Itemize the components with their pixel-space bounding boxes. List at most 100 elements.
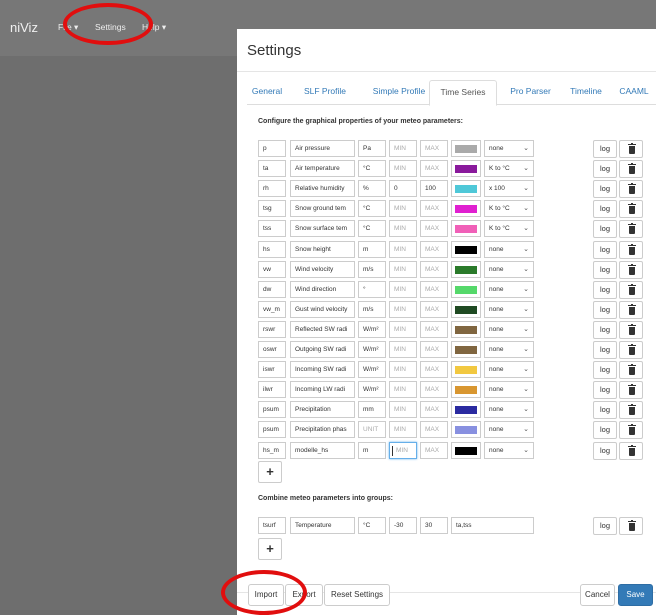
delete-button[interactable]	[619, 361, 643, 380]
param-name-input[interactable]: Precipitation	[290, 401, 355, 419]
conversion-select[interactable]: none ⌄	[484, 320, 534, 338]
param-unit-input[interactable]: mm	[358, 401, 386, 419]
param-max-input[interactable]: MAX	[420, 441, 448, 459]
log-scale-button[interactable]: log	[593, 401, 617, 420]
color-picker[interactable]	[451, 421, 481, 439]
delete-button[interactable]	[619, 180, 643, 199]
conversion-select[interactable]: K to °C ⌄	[484, 220, 534, 238]
param-max-input[interactable]: 100	[420, 180, 448, 198]
param-key-input[interactable]: hs	[258, 240, 286, 258]
color-picker[interactable]	[451, 320, 481, 338]
conversion-select[interactable]: none ⌄	[484, 441, 534, 459]
param-name-input[interactable]: Air temperature	[290, 160, 355, 178]
delete-button[interactable]	[619, 140, 643, 158]
delete-button[interactable]	[619, 220, 643, 239]
conversion-select[interactable]: none ⌄	[484, 401, 534, 419]
log-scale-button[interactable]: log	[593, 240, 617, 259]
param-name-input[interactable]: Reflected SW radi	[290, 320, 355, 338]
param-min-input[interactable]: MIN	[389, 341, 417, 358]
param-min-input[interactable]: MIN	[389, 381, 417, 399]
param-key-input[interactable]: dw	[258, 280, 286, 298]
delete-button[interactable]	[619, 517, 643, 535]
param-name-input[interactable]: Wind direction	[290, 280, 355, 298]
param-unit-input[interactable]: °C	[358, 220, 386, 238]
delete-button[interactable]	[619, 401, 643, 420]
param-min-input[interactable]: MIN	[389, 240, 417, 258]
param-min-input[interactable]: MIN	[389, 441, 417, 459]
tab-pro-parser[interactable]: Pro Parser	[503, 80, 558, 105]
log-scale-button[interactable]: log	[593, 361, 617, 380]
delete-button[interactable]	[619, 300, 643, 319]
color-picker[interactable]	[451, 200, 481, 218]
conversion-select[interactable]: none ⌄	[484, 361, 534, 379]
param-key-input[interactable]: vw_m	[258, 300, 286, 318]
param-name-input[interactable]: Snow surface tem	[290, 220, 355, 238]
param-unit-input[interactable]: m	[358, 441, 386, 459]
param-name-input[interactable]: Temperature	[290, 517, 355, 534]
param-key-input[interactable]: rswr	[258, 320, 286, 338]
log-scale-button[interactable]: log	[593, 200, 617, 219]
color-picker[interactable]	[451, 441, 481, 459]
param-key-input[interactable]: tsg	[258, 200, 286, 218]
param-max-input[interactable]: MAX	[420, 381, 448, 399]
delete-button[interactable]	[619, 421, 643, 440]
color-picker[interactable]	[451, 401, 481, 419]
conversion-select[interactable]: none ⌄	[484, 341, 534, 358]
log-scale-button[interactable]: log	[593, 140, 617, 158]
log-scale-button[interactable]: log	[593, 441, 617, 460]
param-name-input[interactable]: Incoming SW radi	[290, 361, 355, 379]
delete-button[interactable]	[619, 280, 643, 299]
param-unit-input[interactable]: °	[358, 280, 386, 298]
param-max-input[interactable]: MAX	[420, 200, 448, 218]
menu-help[interactable]: Help ▾	[142, 22, 166, 33]
param-key-input[interactable]: tsurf	[258, 517, 286, 534]
param-max-input[interactable]: MAX	[420, 320, 448, 338]
param-unit-input[interactable]: °C	[358, 200, 386, 218]
tab-general[interactable]: General	[247, 80, 287, 105]
param-min-input[interactable]: MIN	[389, 260, 417, 278]
param-name-input[interactable]: Air pressure	[290, 140, 355, 157]
conversion-select[interactable]: none ⌄	[484, 260, 534, 278]
param-min-input[interactable]: MIN	[389, 160, 417, 178]
param-min-input[interactable]: MIN	[389, 140, 417, 157]
param-key-input[interactable]: ilwr	[258, 381, 286, 399]
log-scale-button[interactable]: log	[593, 381, 617, 400]
param-name-input[interactable]: Incoming LW radi	[290, 381, 355, 399]
delete-button[interactable]	[619, 200, 643, 219]
param-max-input[interactable]: MAX	[420, 280, 448, 298]
param-max-input[interactable]: MAX	[420, 341, 448, 358]
log-scale-button[interactable]: log	[593, 220, 617, 239]
group-members-input[interactable]: ta,tss	[451, 517, 534, 534]
param-key-input[interactable]: oswr	[258, 341, 286, 358]
conversion-select[interactable]: none ⌄	[484, 300, 534, 318]
log-scale-button[interactable]: log	[593, 341, 617, 359]
param-key-input[interactable]: psum	[258, 401, 286, 419]
param-min-input[interactable]: MIN	[389, 220, 417, 238]
color-picker[interactable]	[451, 240, 481, 258]
param-max-input[interactable]: MAX	[420, 160, 448, 178]
color-picker[interactable]	[451, 280, 481, 298]
param-unit-input[interactable]: W/m²	[358, 361, 386, 379]
param-key-input[interactable]: rh	[258, 180, 286, 198]
color-picker[interactable]	[451, 260, 481, 278]
param-max-input[interactable]: 30	[420, 517, 448, 534]
param-unit-input[interactable]: UNIT	[358, 421, 386, 439]
param-name-input[interactable]: Wind velocity	[290, 260, 355, 278]
param-unit-input[interactable]: m	[358, 240, 386, 258]
conversion-select[interactable]: K to °C ⌄	[484, 200, 534, 218]
param-name-input[interactable]: Outgoing SW radi	[290, 341, 355, 358]
param-unit-input[interactable]: °C	[358, 160, 386, 178]
param-unit-input[interactable]: %	[358, 180, 386, 198]
log-scale-button[interactable]: log	[593, 260, 617, 279]
param-min-input[interactable]: MIN	[389, 320, 417, 338]
param-max-input[interactable]: MAX	[420, 140, 448, 157]
add-param-button[interactable]: +	[258, 461, 282, 483]
param-min-input[interactable]: -30	[389, 517, 417, 534]
conversion-select[interactable]: none ⌄	[484, 381, 534, 399]
log-scale-button[interactable]: log	[593, 320, 617, 339]
param-name-input[interactable]: Snow height	[290, 240, 355, 258]
delete-button[interactable]	[619, 341, 643, 359]
color-picker[interactable]	[451, 220, 481, 238]
conversion-select[interactable]: none ⌄	[484, 280, 534, 298]
param-max-input[interactable]: MAX	[420, 421, 448, 439]
